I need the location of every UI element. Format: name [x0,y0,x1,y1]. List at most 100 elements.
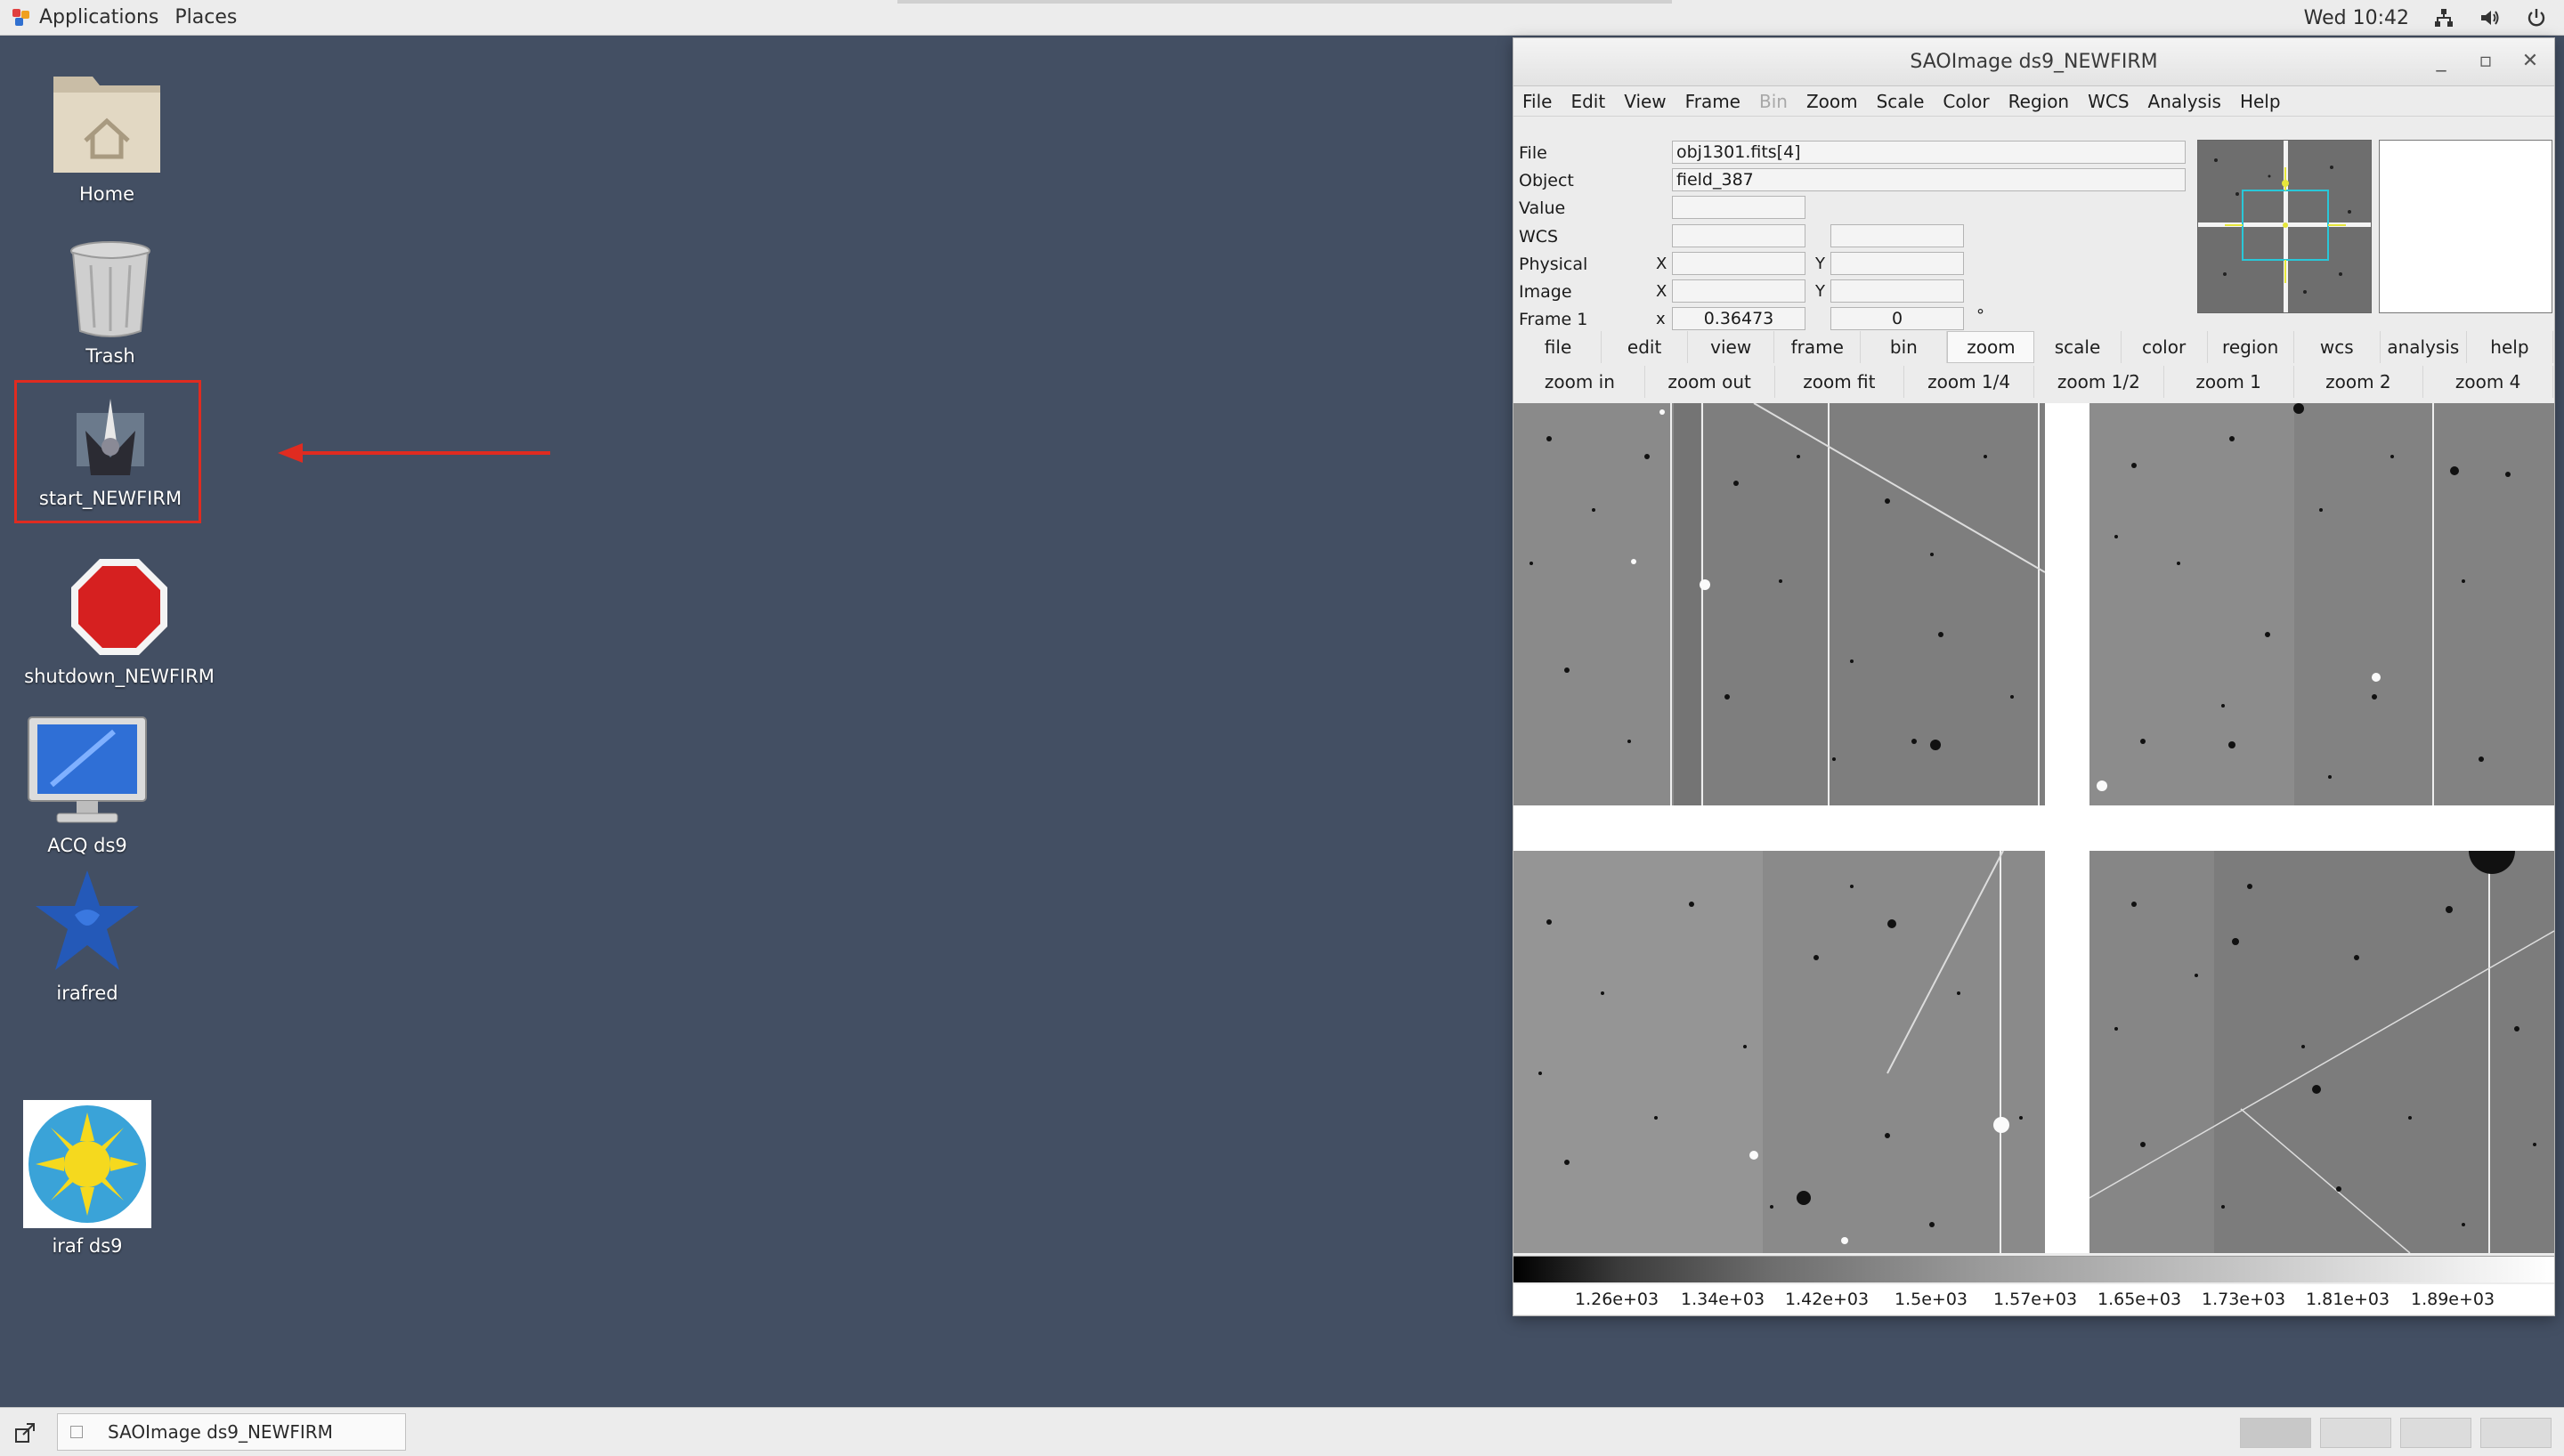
workspace-3[interactable] [2400,1418,2471,1448]
power-icon[interactable] [2525,6,2548,29]
window-icon [70,1426,83,1438]
desktop-icon-label: Home [78,183,134,205]
physical-y-field [1830,252,1964,275]
workspace-2[interactable] [2320,1418,2391,1448]
btn-zoom-out[interactable]: zoom out [1644,366,1775,398]
desktop-icon-label: irafred [56,983,118,1004]
maximize-icon[interactable]: ▫ [2474,49,2497,72]
frame-x-label: x [1656,310,1666,328]
btn-zoom[interactable]: zoom [1947,331,2035,363]
btn-edit[interactable]: edit [1602,331,1689,363]
colorbar-tick-label: 1.42e+03 [1785,1290,1870,1309]
btn-file[interactable]: file [1515,331,1602,363]
desktop-icon-acq-ds9[interactable]: ACQ ds9 [23,714,151,856]
info-panel: File obj1301.fits[4] Object field_387 Va… [1513,129,2199,330]
btn-bin[interactable]: bin [1861,331,1948,363]
menu-scale[interactable]: Scale [1877,91,1925,112]
desktop-icon-label: ACQ ds9 [47,835,127,856]
workspace-switcher [2240,1418,2552,1448]
desktop-icon-label: start_NEWFIRM [38,488,183,509]
colorbar-tick-label: 1.57e+03 [1993,1290,2078,1309]
ds9-menubar: File Edit View Frame Bin Zoom Scale Colo… [1513,86,2554,117]
menu-color[interactable]: Color [1943,91,1989,112]
image-y-label: Y [1815,282,1825,301]
desktop-icon-irafred[interactable]: irafred [27,869,148,1004]
detector-quadrant-top-right [2089,403,2554,805]
image-x-field [1672,279,1805,303]
taskbar-item-label: SAOImage ds9_NEWFIRM [108,1421,333,1443]
btn-zoom-in[interactable]: zoom in [1515,366,1645,398]
desktop-icon-start-newfirm[interactable]: start_NEWFIRM [23,395,198,509]
btn-zoom-4[interactable]: zoom 4 [2423,366,2553,398]
bottom-taskbar: SAOImage ds9_NEWFIRM [0,1407,2564,1456]
btn-wcs[interactable]: wcs [2293,331,2381,363]
btn-zoom-fit[interactable]: zoom fit [1774,366,1905,398]
workspace-1[interactable] [2240,1418,2311,1448]
menu-edit[interactable]: Edit [1570,91,1605,112]
places-menu[interactable]: Places [174,6,237,28]
magnifier [2379,140,2552,313]
btn-analysis[interactable]: analysis [2380,331,2467,363]
desktop-icon-iraf-ds9[interactable]: iraf ds9 [23,1100,151,1257]
menu-analysis[interactable]: Analysis [2148,91,2221,112]
trash-icon [70,241,150,337]
red-arrow-annotation [278,443,550,463]
btn-color[interactable]: color [2121,331,2208,363]
file-field: obj1301.fits[4] [1672,141,2186,164]
btn-region[interactable]: region [2207,331,2294,363]
menu-wcs[interactable]: WCS [2088,91,2129,112]
menu-zoom[interactable]: Zoom [1806,91,1858,112]
desktop-icon-trash[interactable]: Trash [48,239,173,367]
btn-view[interactable]: view [1688,331,1775,363]
btn-zoom-1-2[interactable]: zoom 1/2 [2034,366,2164,398]
detector-quadrant-top-left [1513,403,2045,805]
menu-file[interactable]: File [1522,91,1552,112]
object-field: field_387 [1672,168,2186,191]
colorbar[interactable] [1513,1256,2554,1282]
btn-help[interactable]: help [2466,331,2553,363]
taskbar-item-ds9[interactable]: SAOImage ds9_NEWFIRM [57,1413,406,1451]
wcs-label: WCS [1519,227,1559,247]
sun-icon [23,1100,151,1228]
applications-menu[interactable]: Applications Places [0,0,249,35]
clock[interactable]: Wed 10:42 [2304,7,2409,29]
colorbar-tick-label: 1.89e+03 [2411,1290,2495,1309]
telescope-icon [77,399,144,475]
menu-view[interactable]: View [1624,91,1666,112]
zoom-button-bar: zoom in zoom out zoom fit zoom 1/4 zoom … [1515,366,2553,398]
btn-scale[interactable]: scale [2034,331,2122,363]
home-folder-icon [53,77,160,173]
degree-symbol: ° [1976,306,1984,325]
monitor-icon [28,716,147,823]
image-x-label: X [1656,282,1667,301]
menu-region[interactable]: Region [2008,91,2069,112]
panner[interactable] [2197,140,2372,313]
detector-quadrant-bottom-left [1513,851,2045,1253]
desktop-icon-shutdown-newfirm[interactable]: shutdown_NEWFIRM [20,555,219,687]
network-icon[interactable] [2432,6,2455,29]
window-titlebar[interactable]: SAOImage ds9_NEWFIRM _ ▫ ✕ [1513,38,2554,86]
workspace-4[interactable] [2480,1418,2552,1448]
wcs-x-field [1672,224,1805,247]
btn-frame[interactable]: frame [1774,331,1862,363]
iraf-star-icon [36,870,139,970]
volume-icon[interactable] [2479,6,2502,29]
menu-help[interactable]: Help [2240,91,2281,112]
menu-frame[interactable]: Frame [1685,91,1740,112]
physical-y-label: Y [1815,255,1825,273]
close-icon[interactable]: ✕ [2519,49,2542,72]
colorbar-tick-label: 1.5e+03 [1895,1290,1968,1309]
window-title-indicator [897,0,1672,4]
desktop-icon-label: shutdown_NEWFIRM [24,666,215,687]
btn-zoom-2[interactable]: zoom 2 [2293,366,2424,398]
colorbar-tick-label: 1.65e+03 [2097,1290,2182,1309]
btn-zoom-1-4[interactable]: zoom 1/4 [1904,366,2034,398]
image-canvas[interactable] [1513,403,2554,1253]
minimize-icon[interactable]: _ [2430,49,2453,72]
value-label: Value [1519,198,1566,218]
show-desktop-icon[interactable] [12,1420,37,1445]
desktop-icon-home[interactable]: Home [45,66,169,205]
btn-zoom-1[interactable]: zoom 1 [2163,366,2294,398]
image-label: Image [1519,282,1572,302]
colorbar-tick-label: 1.73e+03 [2202,1290,2286,1309]
